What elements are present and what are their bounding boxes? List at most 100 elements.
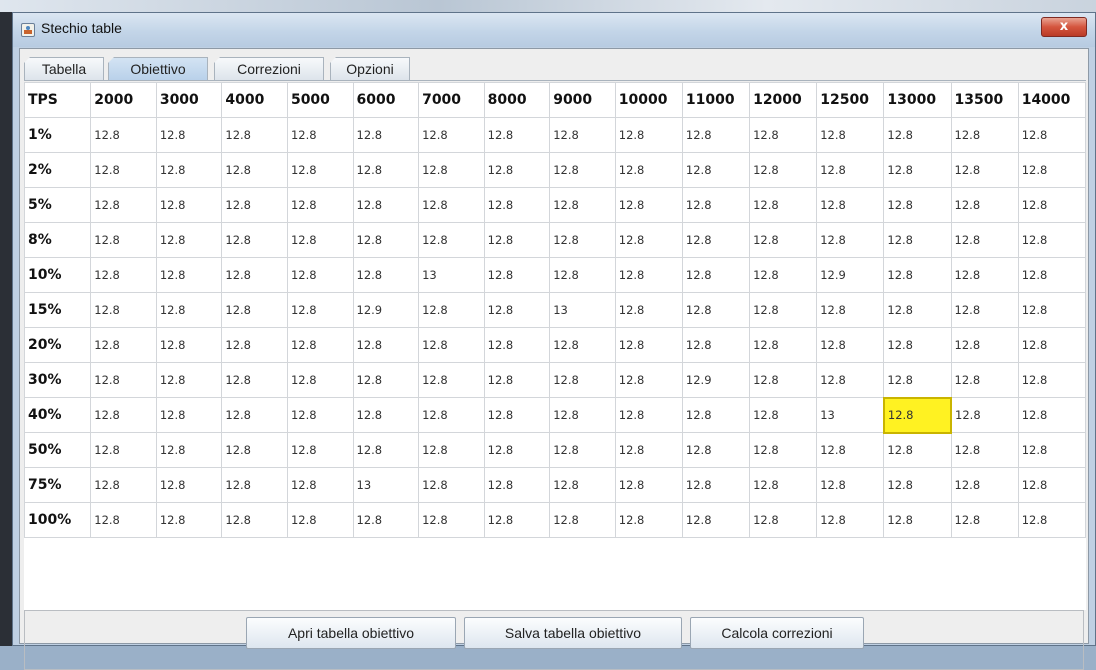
table-cell[interactable]: 13 xyxy=(549,292,616,328)
table-cell[interactable]: 12.8 xyxy=(90,187,157,223)
table-cell[interactable]: 12.8 xyxy=(549,327,616,363)
table-cell[interactable]: 12.8 xyxy=(352,362,420,398)
table-cell[interactable]: 13 xyxy=(418,257,485,293)
table-cell[interactable]: 12.8 xyxy=(418,117,485,153)
table-cell[interactable]: 12.8 xyxy=(950,362,1019,398)
table-cell[interactable]: 12.8 xyxy=(155,362,223,398)
table-cell[interactable]: 12.8 xyxy=(883,502,952,538)
table-cell[interactable]: 12.8 xyxy=(883,467,952,503)
table-cell[interactable]: 12.8 xyxy=(221,152,288,188)
table-cell[interactable]: 12.8 xyxy=(418,327,485,363)
table-cell[interactable]: 12.8 xyxy=(816,292,885,328)
table-cell[interactable]: 12.8 xyxy=(549,187,616,223)
table-cell[interactable]: 12.8 xyxy=(90,152,157,188)
table-cell[interactable]: 12.8 xyxy=(749,432,818,468)
table-cell[interactable]: 12.8 xyxy=(155,117,223,153)
table-cell[interactable]: 12.8 xyxy=(950,292,1019,328)
table-cell[interactable]: 12.8 xyxy=(883,257,952,293)
table-cell[interactable]: 12.8 xyxy=(418,187,485,223)
table-cell[interactable]: 12.8 xyxy=(816,467,885,503)
table-cell[interactable]: 12.8 xyxy=(221,502,288,538)
table-cell[interactable]: 12.8 xyxy=(883,327,952,363)
table-cell[interactable]: 12.8 xyxy=(1017,187,1086,223)
table-cell[interactable]: 12.9 xyxy=(681,362,751,398)
table-cell[interactable]: 12.8 xyxy=(352,432,420,468)
table-cell[interactable]: 12.8 xyxy=(950,327,1019,363)
table-cell[interactable]: 12.8 xyxy=(816,117,885,153)
table-cell[interactable]: 12.8 xyxy=(418,432,485,468)
table-cell[interactable]: 12.8 xyxy=(286,222,354,258)
table-cell[interactable]: 12.8 xyxy=(681,502,751,538)
table-cell[interactable]: 12.8 xyxy=(286,187,354,223)
table-cell[interactable]: 12.8 xyxy=(749,292,818,328)
table-cell[interactable]: 12.8 xyxy=(749,222,818,258)
close-button[interactable]: x xyxy=(1041,17,1087,37)
table-cell[interactable]: 12.8 xyxy=(549,152,616,188)
table-cell[interactable]: 12.8 xyxy=(816,362,885,398)
table-cell[interactable]: 12.8 xyxy=(352,327,420,363)
table-cell[interactable]: 12.8 xyxy=(90,292,157,328)
table-cell[interactable]: 12.8 xyxy=(418,502,485,538)
table-cell[interactable]: 12.8 xyxy=(155,327,223,363)
table-cell[interactable]: 12.8 xyxy=(681,292,751,328)
table-cell[interactable]: 12.8 xyxy=(155,292,223,328)
table-cell[interactable]: 13 xyxy=(816,397,885,433)
tab-opzioni[interactable]: Opzioni xyxy=(330,57,410,80)
table-cell[interactable]: 12.8 xyxy=(90,222,157,258)
table-cell[interactable]: 12.8 xyxy=(749,152,818,188)
table-cell[interactable]: 12.8 xyxy=(90,432,157,468)
table-cell[interactable]: 12.8 xyxy=(1017,222,1086,258)
table-cell[interactable]: 12.8 xyxy=(549,397,616,433)
table-cell[interactable]: 12.8 xyxy=(549,362,616,398)
table-cell[interactable]: 12.8 xyxy=(614,397,683,433)
table-cell[interactable]: 12.8 xyxy=(155,222,223,258)
table-cell[interactable]: 12.8 xyxy=(483,187,551,223)
table-cell[interactable]: 12.8 xyxy=(950,152,1019,188)
table-cell[interactable]: 12.8 xyxy=(352,397,420,433)
table-cell[interactable]: 12.8 xyxy=(352,187,420,223)
table-cell[interactable]: 12.8 xyxy=(286,502,354,538)
table-cell[interactable]: 12.8 xyxy=(950,222,1019,258)
table-cell[interactable]: 12.8 xyxy=(483,467,551,503)
table-cell[interactable]: 12.8 xyxy=(950,467,1019,503)
table-cell[interactable]: 12.8 xyxy=(614,117,683,153)
table-cell[interactable]: 12.8 xyxy=(155,152,223,188)
table-cell[interactable]: 12.8 xyxy=(221,397,288,433)
table-cell[interactable]: 12.8 xyxy=(549,117,616,153)
table-cell[interactable]: 12.8 xyxy=(614,327,683,363)
table-cell[interactable]: 12.9 xyxy=(352,292,420,328)
table-cell[interactable]: 12.8 xyxy=(286,362,354,398)
table-cell[interactable]: 12.8 xyxy=(1017,362,1086,398)
table-cell[interactable]: 12.8 xyxy=(418,362,485,398)
table-cell[interactable]: 12.8 xyxy=(749,467,818,503)
table-cell[interactable]: 12.8 xyxy=(155,187,223,223)
table-cell[interactable]: 12.8 xyxy=(883,432,952,468)
table-cell[interactable]: 12.8 xyxy=(883,362,952,398)
table-cell[interactable]: 12.8 xyxy=(883,152,952,188)
table-cell[interactable]: 12.8 xyxy=(90,327,157,363)
table-cell[interactable]: 12.9 xyxy=(816,257,885,293)
table-cell[interactable]: 12.8 xyxy=(614,362,683,398)
table-cell[interactable]: 12.8 xyxy=(816,327,885,363)
compute-corrections-button[interactable]: Calcola correzioni xyxy=(690,617,864,649)
table-cell[interactable]: 12.8 xyxy=(483,362,551,398)
table-cell[interactable]: 12.8 xyxy=(816,502,885,538)
table-cell[interactable]: 12.8 xyxy=(1017,292,1086,328)
table-cell[interactable]: 12.8 xyxy=(1017,432,1086,468)
table-cell[interactable]: 12.8 xyxy=(483,292,551,328)
table-cell[interactable]: 12.8 xyxy=(155,397,223,433)
title-bar[interactable]: Stechio table x xyxy=(13,13,1095,47)
table-cell[interactable]: 12.8 xyxy=(549,502,616,538)
tab-correzioni[interactable]: Correzioni xyxy=(214,57,324,80)
table-cell[interactable]: 12.8 xyxy=(155,257,223,293)
table-cell[interactable]: 12.8 xyxy=(352,117,420,153)
table-cell[interactable]: 12.8 xyxy=(221,187,288,223)
table-cell[interactable]: 12.8 xyxy=(614,222,683,258)
table-cell[interactable]: 12.8 xyxy=(883,292,952,328)
table-cell[interactable]: 12.8 xyxy=(90,362,157,398)
table-cell[interactable]: 12.8 xyxy=(749,187,818,223)
table-cell[interactable]: 12.8 xyxy=(950,502,1019,538)
table-cell[interactable]: 12.8 xyxy=(681,117,751,153)
table-cell[interactable]: 12.8 xyxy=(352,257,420,293)
table-cell[interactable]: 12.8 xyxy=(950,432,1019,468)
